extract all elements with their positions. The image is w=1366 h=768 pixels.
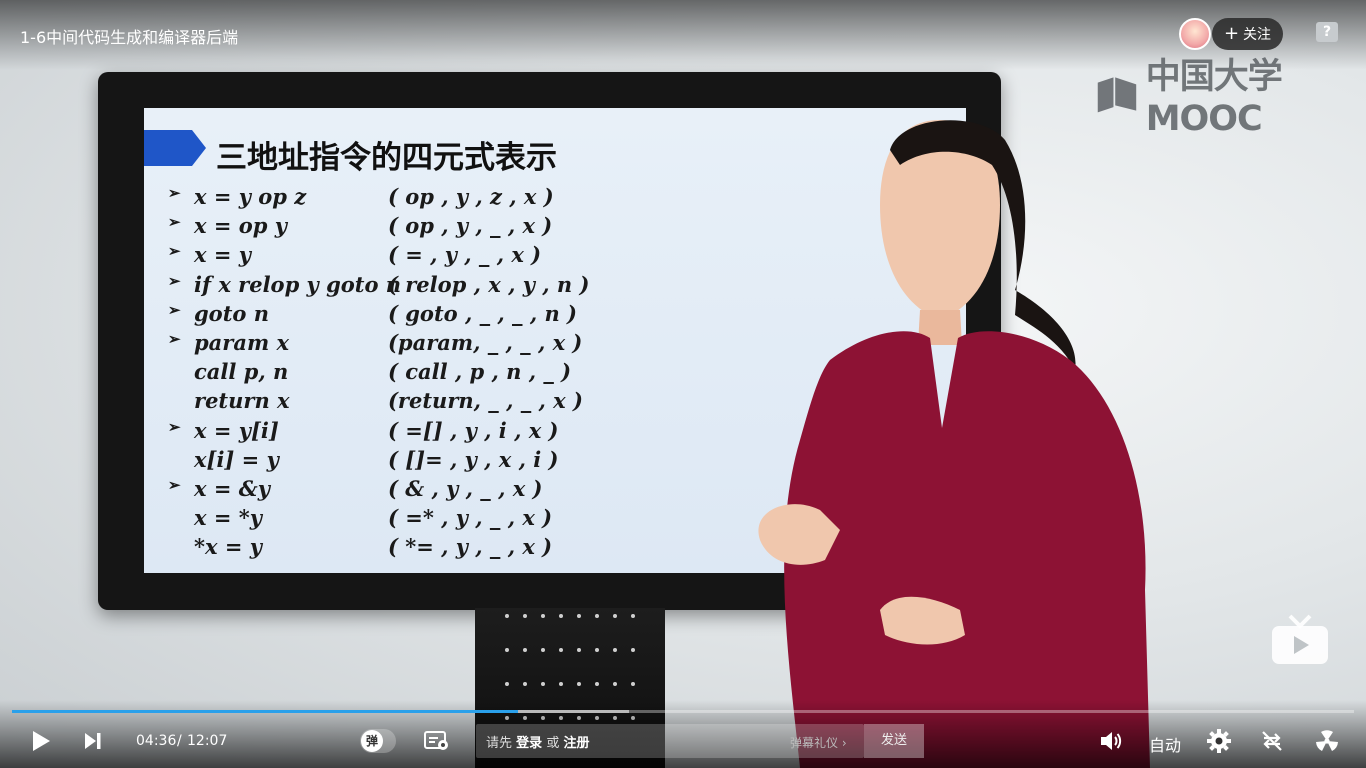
stand-dot — [577, 682, 581, 686]
bullet-arrow-icon: ➢ — [168, 242, 181, 261]
quadruple-text: ( op , y , _ , x ) — [388, 213, 553, 239]
stand-dot — [523, 648, 527, 652]
stand-dot — [595, 614, 599, 618]
instruction-text: x = &y — [194, 476, 270, 501]
quadruple-text: ( *= , y , _ , x ) — [388, 534, 553, 560]
bullet-arrow-icon: ➢ — [168, 300, 181, 319]
stand-dot — [613, 648, 617, 652]
progress-played — [12, 710, 518, 713]
instruction-text: return x — [194, 388, 290, 414]
stand-dot — [541, 614, 545, 618]
stand-dot — [631, 614, 635, 618]
stand-dot — [505, 648, 509, 652]
danmaku-settings-icon[interactable] — [424, 730, 450, 752]
time-total: 12:07 — [187, 733, 228, 749]
danmaku-prompt-text: 请先 — [486, 736, 513, 751]
follow-button[interactable]: + 关注 — [1212, 18, 1283, 50]
danmaku-input-bar[interactable]: 请先 登录 或 注册 弹幕礼仪 › — [476, 724, 864, 758]
stand-dot — [541, 648, 545, 652]
stand-dot — [523, 614, 527, 618]
mooc-watermark-text: 中国大学MOOC — [1145, 57, 1283, 139]
stand-dot — [523, 682, 527, 686]
instruction-text: x = y[i] — [194, 417, 279, 443]
mooc-watermark: 中国大学MOOC — [1096, 48, 1366, 139]
play-icon[interactable] — [30, 730, 52, 752]
instruction-text: if x relop y goto n — [194, 271, 402, 297]
instruction-text: x = *y — [194, 505, 262, 531]
quadruple-text: ( relop , x , y , n ) — [388, 271, 590, 297]
stand-dot — [613, 614, 617, 618]
stand-dot — [505, 682, 509, 686]
bullet-arrow-icon: ➢ — [168, 476, 181, 494]
danmaku-login-prompt: 请先 登录 或 注册 — [486, 732, 589, 751]
instruction-text: x = op y — [194, 213, 287, 239]
instruction-text: *x = y — [194, 534, 262, 560]
quadruple-text: (param, _ , _ , x ) — [388, 330, 583, 355]
instruction-text: x = y op z — [194, 184, 307, 209]
slide-title: 三地址指令的四元式表示 — [216, 140, 557, 176]
instruction-text: x[i] = y — [194, 446, 279, 472]
quadruple-text: ( op , y , z , x ) — [388, 184, 554, 209]
tv-icon[interactable] — [1270, 612, 1330, 668]
time-current: 04:36 — [136, 733, 177, 749]
danmaku-toggle[interactable]: 弹 — [360, 729, 396, 753]
danmaku-or-text: 或 — [546, 736, 560, 751]
quality-selector[interactable]: 自动 — [1149, 732, 1181, 756]
stand-dot — [559, 614, 563, 618]
danmaku-toggle-knob: 弹 — [361, 730, 383, 752]
stand-dot — [559, 682, 563, 686]
bullet-arrow-icon: ➢ — [168, 330, 181, 348]
quadruple-text: (return, _ , _ , x ) — [388, 388, 583, 414]
video-title: 1-6中间代码生成和编译器后端 — [20, 28, 239, 47]
quadruple-text: ( = , y , _ , x ) — [388, 242, 542, 268]
quadruple-text: ( []= , y , x , i ) — [388, 446, 559, 472]
progress-bar[interactable] — [12, 710, 1354, 713]
stand-dot — [541, 682, 545, 686]
presenter — [758, 120, 1150, 768]
quadruple-text: ( goto , _ , _ , n ) — [388, 300, 577, 326]
loop-off-icon[interactable] — [1260, 729, 1284, 753]
stand-dot — [577, 648, 581, 652]
register-link[interactable]: 注册 — [563, 736, 589, 751]
video-frame[interactable]: 三地址指令的四元式表示 ➢ x = y op z ( op , y , z , x … — [0, 0, 1366, 768]
login-link[interactable]: 登录 — [516, 736, 542, 751]
stand-dot — [613, 682, 617, 686]
stand-dot — [505, 614, 509, 618]
bullet-arrow-icon: ➢ — [168, 213, 181, 232]
danmaku-etiquette-link[interactable]: 弹幕礼仪 › — [790, 734, 847, 751]
stand-dot — [559, 648, 563, 652]
time-separator: / — [177, 733, 182, 749]
instruction-text: param x — [194, 330, 290, 355]
slide-title-arrow-icon — [144, 130, 206, 166]
instruction-text: call p, n — [194, 359, 289, 385]
send-button[interactable]: 发送 — [864, 724, 924, 758]
quadruple-text: ( =* , y , _ , x ) — [388, 505, 553, 531]
mooc-logo-icon — [1097, 76, 1137, 112]
stand-dot — [595, 682, 599, 686]
help-icon[interactable]: ? — [1316, 22, 1338, 42]
volume-icon[interactable] — [1099, 729, 1123, 753]
stand-dot — [631, 648, 635, 652]
follow-label: 关注 — [1243, 27, 1272, 43]
gear-icon[interactable] — [1207, 729, 1231, 753]
next-icon[interactable] — [84, 732, 102, 750]
instruction-text: goto n — [194, 300, 269, 326]
stand-dot — [595, 648, 599, 652]
quadruple-text: ( & , y , _ , x ) — [388, 476, 543, 501]
bullet-arrow-icon: ➢ — [168, 417, 181, 436]
stand-dot — [631, 682, 635, 686]
bullet-arrow-icon: ➢ — [168, 184, 181, 202]
quadruple-text: ( call , p , n , _ ) — [388, 359, 572, 385]
fullscreen-icon[interactable] — [1314, 729, 1340, 753]
quadruple-text: ( =[] , y , i , x ) — [388, 417, 559, 443]
instruction-text: x = y — [194, 242, 251, 268]
bullet-arrow-icon: ➢ — [168, 271, 181, 290]
uploader-avatar[interactable] — [1179, 18, 1211, 50]
stand-dot — [577, 614, 581, 618]
plus-icon: + — [1223, 23, 1240, 44]
